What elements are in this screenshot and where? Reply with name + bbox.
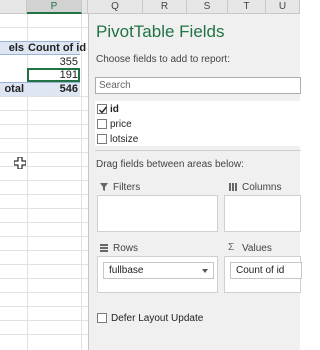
checkbox-unchecked[interactable] [97,313,107,323]
checkbox-unchecked[interactable] [97,119,107,129]
grid-line [0,236,88,237]
filter-icon [100,183,108,191]
row-labels-header[interactable]: els [0,41,26,55]
pane-title: PivotTable Fields [96,22,225,41]
sigma-icon: Σ [228,242,235,253]
checkmark-icon [99,106,108,114]
grid-line [0,320,88,321]
filters-drop-area[interactable] [97,195,218,232]
pivot-value-cell[interactable]: 355 [28,55,78,69]
defer-label: Defer Layout Update [111,313,204,324]
columns-label: Columns [242,182,282,193]
pane-divider [95,150,301,151]
grid-line [0,27,88,28]
grid-line [0,222,88,223]
grid-line [0,138,88,139]
pane-subtitle: Choose fields to add to report: [96,54,230,65]
column-header-o[interactable] [0,0,27,14]
values-field-count-of-id[interactable]: Count of id [230,262,302,279]
column-header-p[interactable]: P [27,0,82,14]
count-of-id-header[interactable]: Count of id [28,41,86,55]
field-label: lotsize [110,134,139,145]
column-header-u[interactable]: U [266,0,300,14]
grid-line [0,292,88,293]
grid-line [0,194,88,195]
grid-line [0,250,88,251]
field-label: id [110,104,119,115]
search-placeholder: Search [99,80,131,91]
grid-line [0,264,88,265]
grid-line [0,124,88,125]
pivot-value-cell[interactable]: 191 [28,68,78,82]
rows-field-label: fullbase [109,265,144,276]
dropdown-arrow-icon[interactable] [202,269,208,273]
values-field-label: Count of id [236,265,285,276]
grand-total-value[interactable]: 546 [28,82,78,96]
values-label: Values [242,243,272,254]
rows-drop-area[interactable]: fullbase [97,256,218,293]
field-search-input[interactable]: Search [95,77,301,94]
columns-icon [229,183,237,191]
grid-line [0,110,88,111]
column-header-s[interactable]: S [187,0,228,14]
rows-field-fullbase[interactable]: fullbase [103,262,214,279]
grid-line [0,306,88,307]
column-header-t[interactable]: T [228,0,266,14]
checkbox-checked[interactable] [97,104,108,114]
columns-drop-area[interactable] [224,195,301,232]
grid-line [0,208,88,209]
cell-select-cursor-icon [14,157,26,169]
values-drop-area[interactable]: Count of id [224,256,302,293]
grid-line [81,14,82,350]
field-list[interactable]: id price lotsize [95,101,301,146]
checkbox-unchecked[interactable] [97,134,107,144]
rows-icon [100,244,108,252]
grid-line [0,152,88,153]
filters-label: Filters [113,182,141,193]
drag-hint: Drag fields between areas below: [96,159,244,170]
column-header-q[interactable]: Q [88,0,143,14]
rows-label: Rows [113,243,139,254]
grid-line [0,180,88,181]
grand-total-label[interactable]: otal [0,82,26,96]
field-label: price [110,119,132,130]
grid-line [0,334,88,335]
grid-line [0,278,88,279]
pivottable-fields-pane: PivotTable Fields Choose fields to add t… [88,14,302,350]
grid-line [0,96,88,97]
column-header-r[interactable]: R [143,0,187,14]
